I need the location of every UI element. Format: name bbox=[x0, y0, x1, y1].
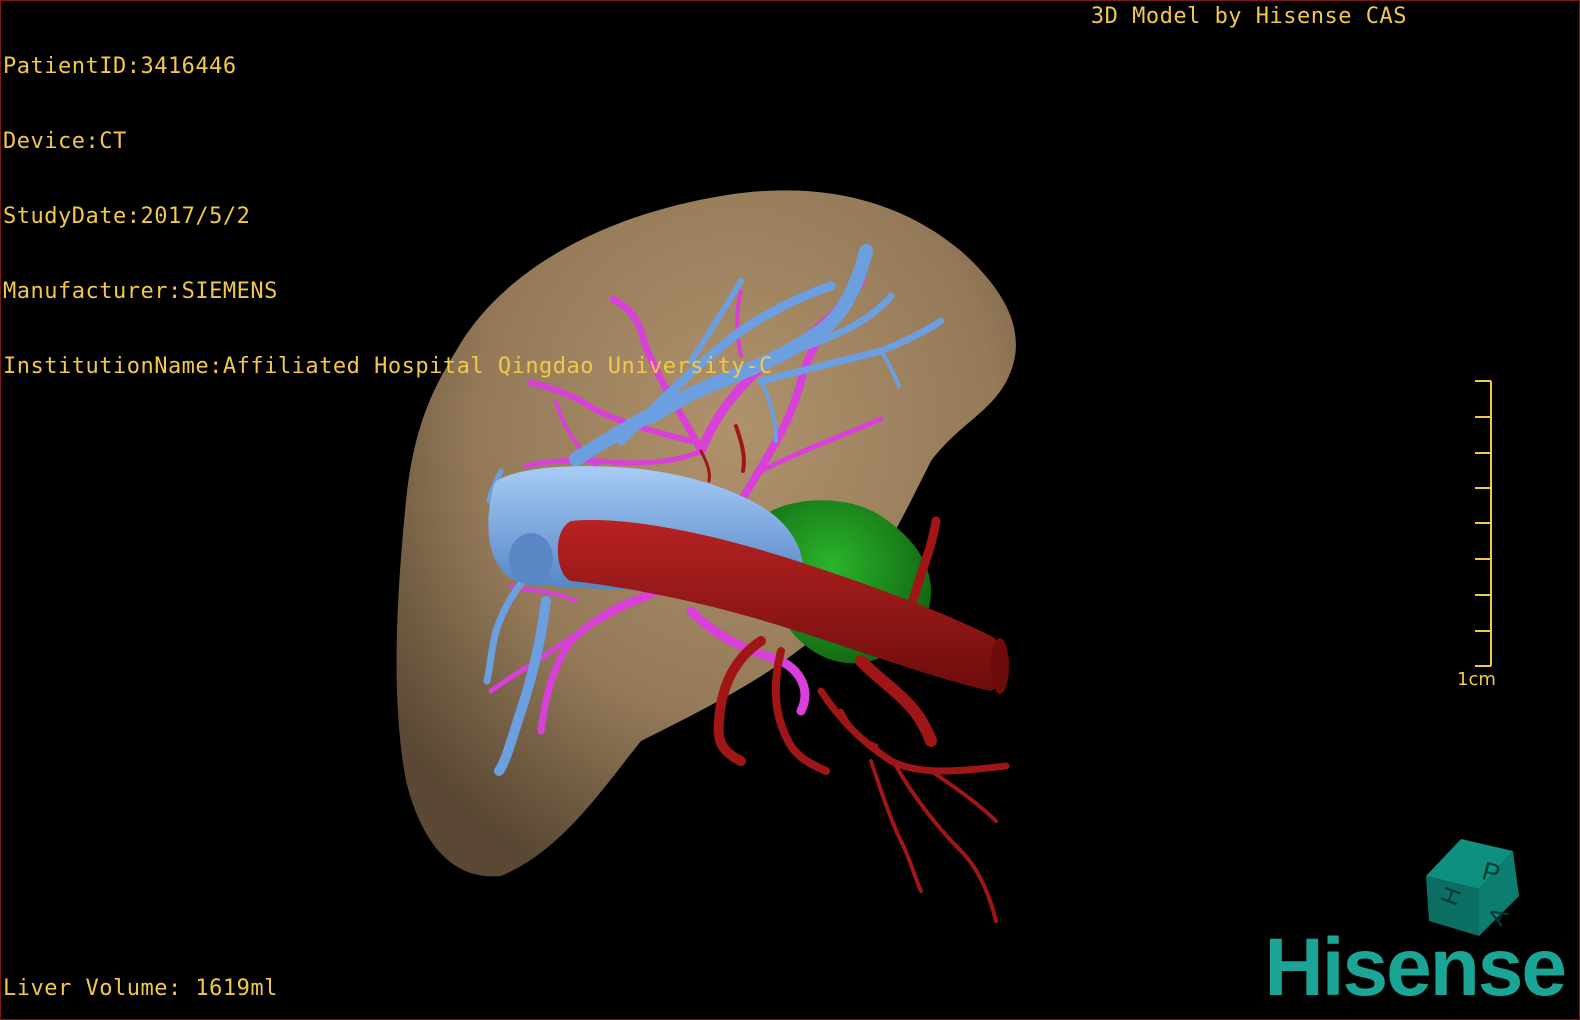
manufacturer: Manufacturer:SIEMENS bbox=[3, 279, 278, 304]
ivc-opening bbox=[509, 533, 553, 585]
3d-viewport[interactable]: P H A PatientID:3416446 Device:CT StudyD… bbox=[0, 0, 1580, 1020]
scale-bar-label: 1cm bbox=[1457, 669, 1496, 690]
model-caption: 3D Model by Hisense CAS bbox=[1090, 4, 1407, 29]
liver-volume: Liver Volume: 1619ml bbox=[3, 976, 278, 1001]
dicom-info: PatientID:3416446 Device:CT StudyDate:20… bbox=[3, 4, 773, 429]
scale-bar bbox=[1475, 380, 1492, 667]
institution-name: InstitutionName:Affiliated Hospital Qing… bbox=[3, 354, 773, 379]
aorta-end bbox=[991, 638, 1009, 694]
hisense-logo: Hisense bbox=[1264, 922, 1567, 1013]
study-date: StudyDate:2017/5/2 bbox=[3, 204, 251, 229]
patient-id: PatientID:3416446 bbox=[3, 54, 237, 79]
device: Device:CT bbox=[3, 129, 127, 154]
